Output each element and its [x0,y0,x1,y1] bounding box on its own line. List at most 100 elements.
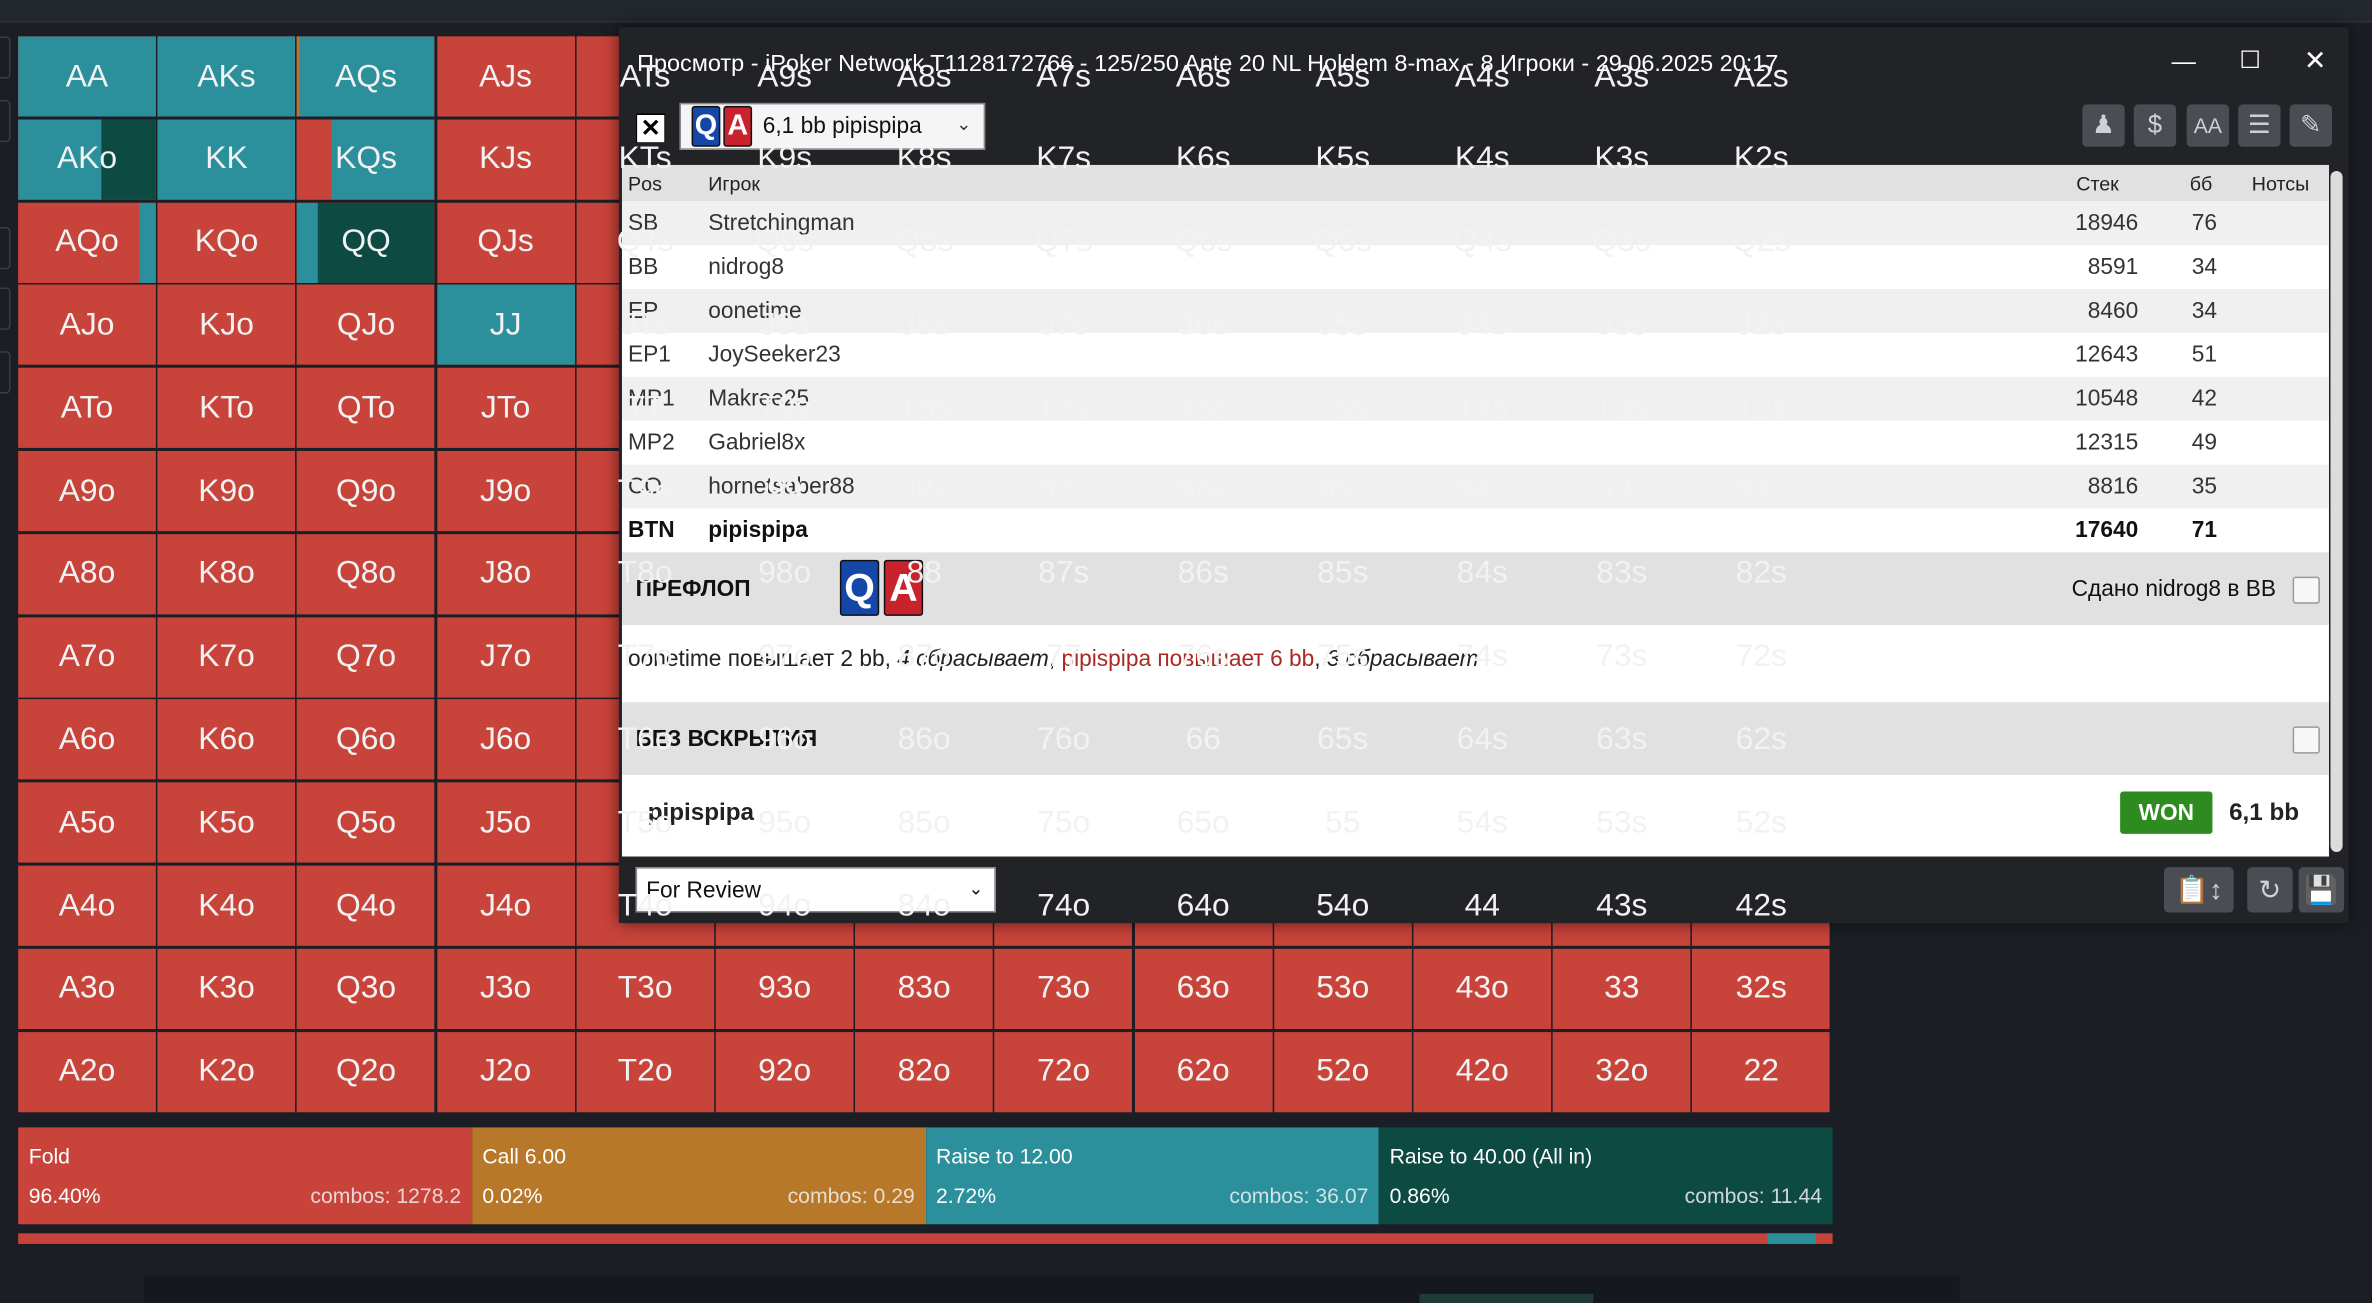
hand-cell[interactable]: K3o [157,948,296,1029]
hand-cell[interactable]: K8o [157,533,296,615]
hand-cell[interactable]: 42o [1413,1031,1552,1112]
legend-item[interactable]: Fold 96.40% combos: 1278.2 [18,1127,472,1225]
left-tab[interactable] [0,351,11,394]
hand-cell[interactable]: AJs [436,36,575,117]
hand-cell[interactable]: A7o [18,616,156,698]
hand-cell[interactable]: 63o [1134,948,1273,1029]
hand-cell[interactable]: AKs [157,36,296,117]
hand-cell[interactable]: K2o [157,1031,296,1112]
hand-cell[interactable]: JJ [436,285,575,366]
hand-cell[interactable]: 93o [715,948,854,1029]
hand-cell[interactable]: 73o [994,948,1133,1029]
hand-cell[interactable]: T3o [576,948,714,1029]
hand-cell[interactable]: KTo [157,368,296,449]
hand-cell[interactable]: A3o [18,948,156,1029]
left-tab[interactable] [0,226,11,270]
col-bb: бб [2189,172,2213,196]
close-hand-icon[interactable]: ✕ [635,113,666,144]
hand-cell[interactable]: J9o [436,450,575,532]
dollar-icon[interactable]: $ [2133,104,2177,147]
hand-cell[interactable]: 32o [1552,1031,1691,1112]
hand-cell[interactable]: QTo [297,368,435,449]
left-tab[interactable] [0,99,11,143]
hand-cell[interactable]: A5o [18,782,156,863]
hand-cell[interactable]: Q2o [297,1031,435,1112]
hand-cell[interactable]: T2o [576,1031,714,1112]
hand-cell[interactable]: 82o [855,1031,994,1112]
hand-cell[interactable]: K4o [157,865,296,946]
hand-cell[interactable]: 92o [715,1031,854,1112]
hand-cell[interactable]: K7o [157,616,296,698]
hand-cell[interactable]: Q7o [297,616,435,698]
hand-cell[interactable]: AQs [297,36,435,117]
scrollbar[interactable] [2330,171,2343,852]
player-row[interactable]: MP2 Gabriel8x 12315 49 [622,421,2329,465]
close-button[interactable]: ✕ [2297,42,2333,78]
player-row[interactable]: BTN pipispipa 17640 71 [622,508,2329,552]
hand-cell[interactable]: KQs [297,119,435,200]
hand-cell[interactable]: ATo [18,368,156,449]
font-size-icon[interactable]: AA [2186,104,2230,147]
maximize-button[interactable]: ☐ [2232,42,2268,78]
hand-cell[interactable]: J2o [436,1031,575,1112]
hand-cell[interactable]: Q3o [297,948,435,1029]
hand-cell[interactable]: KJo [157,285,296,366]
hand-cell[interactable]: K6o [157,699,296,780]
hand-cell[interactable]: J3o [436,948,575,1029]
hand-cell[interactable]: K5o [157,782,296,863]
hand-cell[interactable]: A2o [18,1031,156,1112]
pencil-icon[interactable]: ✎ [2289,104,2332,147]
hand-cell[interactable]: KQo [157,202,296,283]
hand-cell[interactable]: Q9o [297,450,435,532]
hand-cell[interactable]: Q4o [297,865,435,946]
hand-cell[interactable]: Q6o [297,699,435,780]
hand-cell[interactable]: 52o [1273,1031,1412,1112]
hand-label: 94s [1456,472,1508,508]
hand-cell[interactable]: Q5o [297,782,435,863]
hand-cell[interactable]: 83o [855,948,994,1029]
showdown-checkbox[interactable] [2292,726,2320,754]
hand-cell[interactable]: KK [157,119,296,200]
hand-cell[interactable]: A4o [18,865,156,946]
legend-item[interactable]: Call 6.00 0.02% combos: 0.29 [471,1127,926,1225]
left-tab[interactable] [0,287,11,330]
hand-cell[interactable]: J7o [436,616,575,698]
hand-cell[interactable]: QQ [297,202,435,283]
hand-cell[interactable]: 62o [1134,1031,1273,1112]
hand-cell[interactable]: QJo [297,285,435,366]
hand-cell[interactable]: 33 [1552,948,1691,1029]
hand-cell[interactable]: A6o [18,699,156,780]
hand-cell[interactable]: K9o [157,450,296,532]
hand-cell[interactable]: A8o [18,533,156,615]
hand-cell[interactable]: J4o [436,865,575,946]
legend-item[interactable]: Raise to 40.00 (All in) 0.86% combos: 11.4… [1378,1127,1833,1225]
hand-cell[interactable]: AJo [18,285,156,366]
hand-cell[interactable]: A9o [18,450,156,532]
hand-cell[interactable]: AQo [18,202,156,283]
hand-cell[interactable]: AA [18,36,156,117]
legend-item[interactable]: Raise to 12.00 2.72% combos: 36.07 [925,1127,1379,1225]
save-icon[interactable]: 💾 [2298,867,2345,913]
hand-cell[interactable]: 72o [994,1031,1133,1112]
spy-icon[interactable]: ♟ [2082,104,2125,147]
hand-cell[interactable]: AKo [18,119,156,200]
hand-cell[interactable]: JTo [436,368,575,449]
hand-cell[interactable]: 32s [1692,948,1831,1029]
hand-cell[interactable]: J8o [436,533,575,615]
copy-icon[interactable]: 📋↕ [2164,867,2234,913]
minimize-button[interactable]: — [2166,45,2202,81]
refresh-icon[interactable]: ↻ [2247,867,2293,913]
hand-cell[interactable]: QJs [436,202,575,283]
preflop-checkbox[interactable] [2292,576,2320,604]
hand-cell[interactable]: Q8o [297,533,435,615]
hand-label: J3s [1597,307,1647,342]
hand-label: A6s [1175,58,1231,94]
list-icon[interactable]: ☰ [2238,104,2281,147]
hand-cell[interactable]: 53o [1273,948,1412,1029]
hand-cell[interactable]: 43o [1413,948,1552,1029]
hand-cell[interactable]: J5o [436,782,575,863]
hand-cell[interactable]: 22 [1692,1031,1831,1112]
hand-cell[interactable]: KJs [436,119,575,200]
left-tab[interactable] [0,36,11,79]
hand-cell[interactable]: J6o [436,699,575,780]
